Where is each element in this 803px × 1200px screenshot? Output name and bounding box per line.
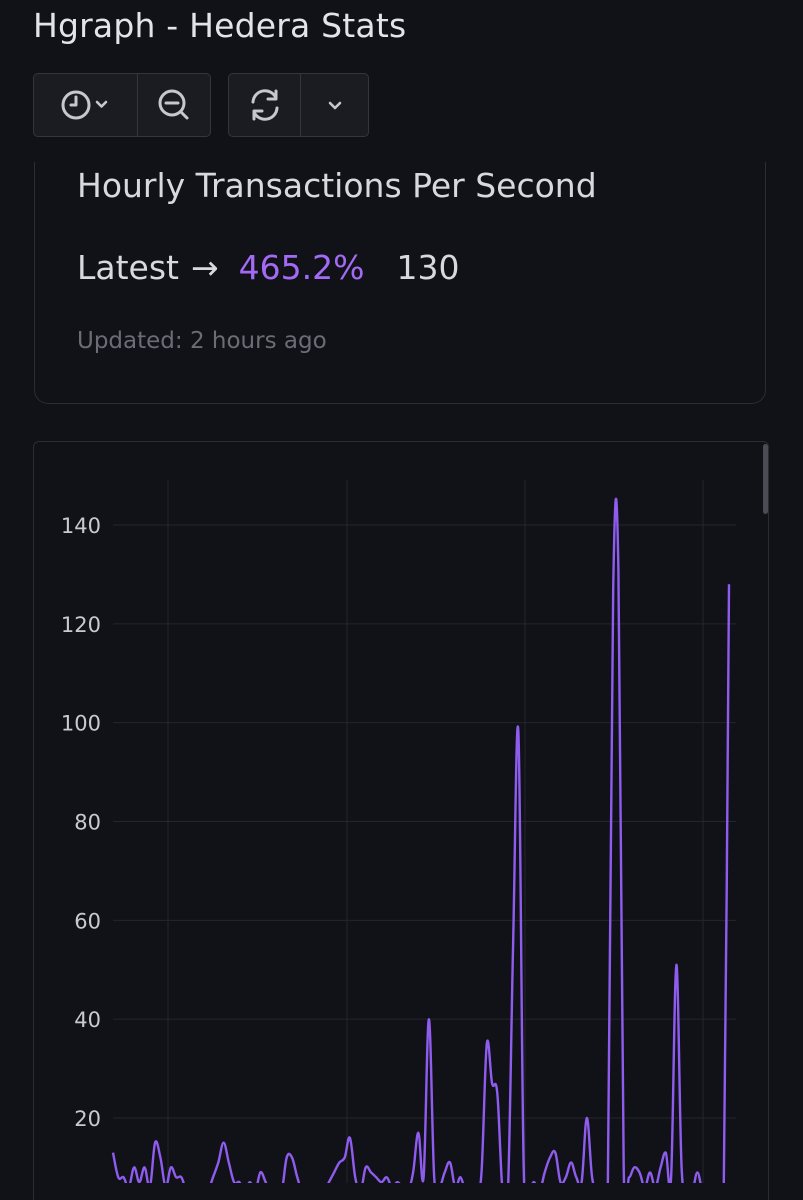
tps-line-chart: 20 40 60 80 100 120 140	[61, 480, 736, 1183]
y-axis-tick-label: 60	[74, 909, 101, 933]
y-axis-tick-label: 20	[74, 1107, 101, 1131]
y-axis-tick-label: 80	[74, 811, 101, 835]
y-axis-tick-label: 100	[61, 712, 101, 736]
y-axis-tick-label: 140	[61, 514, 101, 538]
y-axis-tick-label: 40	[74, 1008, 101, 1032]
dashboard-page: Hgraph - Hedera Stats Hourly Transaction…	[0, 0, 803, 1200]
y-axis-tick-label: 120	[61, 613, 101, 637]
chart-grid	[113, 480, 736, 1183]
series-line	[111, 497, 731, 1183]
